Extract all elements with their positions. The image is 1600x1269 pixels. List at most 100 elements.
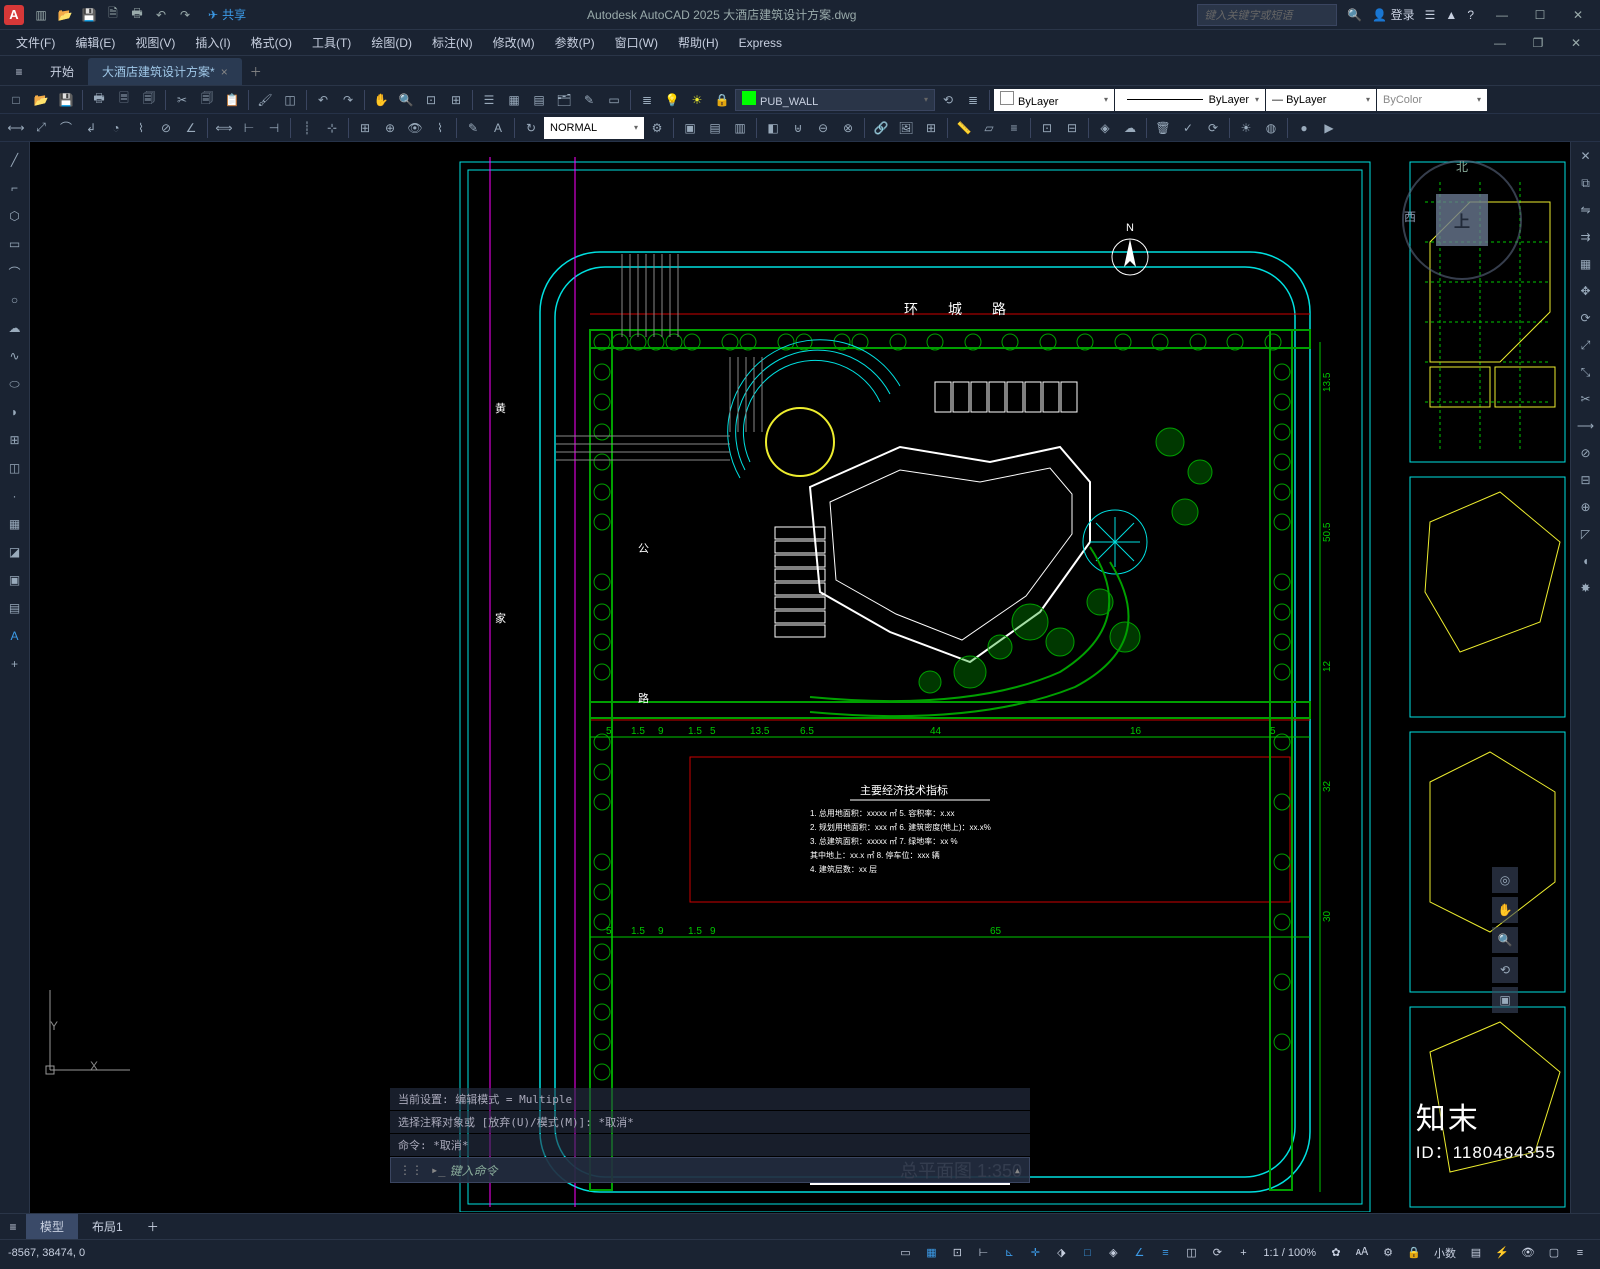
table-icon[interactable]: ▤ xyxy=(2,595,28,621)
xref-icon[interactable]: 🔗 xyxy=(869,116,893,140)
ellipse-icon[interactable]: ⬭ xyxy=(2,371,28,397)
center-mark-icon[interactable]: ⊕ xyxy=(378,116,402,140)
tool-palettes-icon[interactable]: ▤ xyxy=(527,88,551,112)
plot-icon[interactable]: 🖶 xyxy=(87,88,111,112)
qat-new-icon[interactable]: ▥ xyxy=(30,4,52,26)
status-snap-icon[interactable]: ⊡ xyxy=(945,1242,969,1264)
menu-file[interactable]: 文件(F) xyxy=(6,31,65,55)
doc-restore-button[interactable]: ❐ xyxy=(1520,29,1556,57)
union-icon[interactable]: ⊎ xyxy=(786,116,810,140)
tab-current-file[interactable]: 大酒店建筑设计方案*× xyxy=(88,58,242,85)
status-quickprops-icon[interactable]: ▤ xyxy=(1464,1242,1488,1264)
dimstyle-dropdown[interactable]: NORMAL▾ xyxy=(544,117,644,139)
status-annomonitor-icon[interactable]: + xyxy=(1231,1242,1255,1264)
array-icon[interactable]: ▦ xyxy=(1573,251,1599,277)
zoom-previous-icon[interactable]: ⊞ xyxy=(444,88,468,112)
arc-icon[interactable]: ⌒ xyxy=(2,259,28,285)
status-lock-icon[interactable]: 🔒 xyxy=(1402,1242,1426,1264)
break-point-icon[interactable]: ⊘ xyxy=(1573,440,1599,466)
dim-text-edit-icon[interactable]: A xyxy=(486,116,510,140)
status-annoscale-icon[interactable]: 🗚 xyxy=(1350,1242,1374,1264)
command-expand-icon[interactable]: ▴ xyxy=(1014,1163,1021,1177)
status-lwt-icon[interactable]: ≡ xyxy=(1153,1242,1177,1264)
layout-menu-icon[interactable]: ≡ xyxy=(0,1220,26,1234)
app-menu-icon[interactable]: A xyxy=(4,5,24,25)
open-icon[interactable]: 📂 xyxy=(29,88,53,112)
tab-new-button[interactable]: ＋ xyxy=(242,58,270,85)
sheet-set-icon[interactable]: 🗂 xyxy=(552,88,576,112)
status-hardware-icon[interactable]: ⚡ xyxy=(1490,1242,1514,1264)
circle-icon[interactable]: ○ xyxy=(2,287,28,313)
materials-icon[interactable]: ◍ xyxy=(1259,116,1283,140)
status-osnap-icon[interactable]: □ xyxy=(1075,1242,1099,1264)
dim-diameter-icon[interactable]: ⊘ xyxy=(154,116,178,140)
doc-close-button[interactable]: ✕ xyxy=(1558,29,1594,57)
qat-undo-icon[interactable]: ↶ xyxy=(150,4,172,26)
break-icon[interactable]: ⊟ xyxy=(1573,467,1599,493)
nav-zoom-icon[interactable]: 🔍 xyxy=(1492,927,1518,953)
region-tool-icon[interactable]: ▣ xyxy=(2,567,28,593)
draworder-icon[interactable]: ▣ xyxy=(678,116,702,140)
menu-view[interactable]: 视图(V) xyxy=(125,31,185,55)
new-icon[interactable]: □ xyxy=(4,88,28,112)
plotstyle-dropdown[interactable]: ByColor▾ xyxy=(1377,89,1487,111)
properties-icon[interactable]: ☰ xyxy=(477,88,501,112)
zoom-realtime-icon[interactable]: 🔍 xyxy=(394,88,418,112)
paste-icon[interactable]: 📋 xyxy=(220,88,244,112)
send-back-icon[interactable]: ▥ xyxy=(728,116,752,140)
status-otrack-icon[interactable]: ∠ xyxy=(1127,1242,1151,1264)
mtext-icon[interactable]: A xyxy=(2,623,28,649)
insert-block-icon[interactable]: ⊞ xyxy=(2,427,28,453)
publish-icon[interactable]: 🗐 xyxy=(137,88,161,112)
status-units[interactable]: 小数 xyxy=(1428,1245,1462,1261)
window-maximize-button[interactable]: ☐ xyxy=(1522,1,1558,29)
menu-draw[interactable]: 绘图(D) xyxy=(361,31,422,55)
share-button[interactable]: ✈共享 xyxy=(208,6,246,23)
undo-icon[interactable]: ↶ xyxy=(311,88,335,112)
hatch-icon[interactable]: ▦ xyxy=(2,511,28,537)
status-infer-icon[interactable]: ⊢ xyxy=(971,1242,995,1264)
design-center-icon[interactable]: ▦ xyxy=(502,88,526,112)
purge-icon[interactable]: 🗑 xyxy=(1151,116,1175,140)
signin-button[interactable]: 👤 登录 xyxy=(1372,6,1414,23)
linetype-dropdown[interactable]: ByLayer▾ xyxy=(1115,89,1265,111)
dim-angular-icon[interactable]: ∠ xyxy=(179,116,203,140)
recover-icon[interactable]: ⟳ xyxy=(1201,116,1225,140)
measure-area-icon[interactable]: ▱ xyxy=(977,116,1001,140)
menu-parametric[interactable]: 参数(P) xyxy=(545,31,605,55)
qat-save-icon[interactable]: 💾 xyxy=(78,4,100,26)
dim-jogged-icon[interactable]: ⌇ xyxy=(129,116,153,140)
search-icon[interactable]: 🔍 xyxy=(1347,8,1362,22)
menu-insert[interactable]: 插入(I) xyxy=(185,31,240,55)
dim-radius-icon[interactable]: ◔ xyxy=(104,116,128,140)
tolerance-icon[interactable]: ⊞ xyxy=(353,116,377,140)
nav-pan-icon[interactable]: ✋ xyxy=(1492,897,1518,923)
subtract-icon[interactable]: ⊖ xyxy=(811,116,835,140)
quickcalc-icon[interactable]: ▭ xyxy=(602,88,626,112)
color-dropdown[interactable]: ByLayer▾ xyxy=(994,89,1114,111)
stretch-icon[interactable]: ⤡ xyxy=(1573,359,1599,385)
rotate-icon[interactable]: ⟳ xyxy=(1573,305,1599,331)
help-icon[interactable]: ? xyxy=(1467,8,1474,22)
revision-cloud-icon[interactable]: ☁ xyxy=(2,315,28,341)
dim-jog-line-icon[interactable]: ⌇ xyxy=(428,116,452,140)
nav-showmotion-icon[interactable]: ▣ xyxy=(1492,987,1518,1013)
viewcube-top-face[interactable]: 上 xyxy=(1436,194,1488,246)
inspect-icon[interactable]: 👁 xyxy=(403,116,427,140)
make-block-icon[interactable]: ◫ xyxy=(2,455,28,481)
status-scale[interactable]: 1:1 / 100% xyxy=(1257,1247,1322,1259)
add-selected-icon[interactable]: + xyxy=(2,651,28,677)
nav-orbit-icon[interactable]: ⟲ xyxy=(1492,957,1518,983)
dim-update-icon[interactable]: ↻ xyxy=(519,116,543,140)
dim-continue-icon[interactable]: ⊣ xyxy=(262,116,286,140)
window-minimize-button[interactable]: — xyxy=(1484,1,1520,29)
offset-icon[interactable]: ⇉ xyxy=(1573,224,1599,250)
dim-baseline-icon[interactable]: ⊢ xyxy=(237,116,261,140)
render-icon[interactable]: ☀ xyxy=(1234,116,1258,140)
explode-icon[interactable]: ✸ xyxy=(1573,575,1599,601)
dim-edit-icon[interactable]: ✎ xyxy=(461,116,485,140)
status-isolate-icon[interactable]: 👁 xyxy=(1516,1242,1540,1264)
rectangle-icon[interactable]: ▭ xyxy=(2,231,28,257)
layout-tab-model[interactable]: 模型 xyxy=(26,1214,78,1239)
field-icon[interactable]: ⊞ xyxy=(919,116,943,140)
